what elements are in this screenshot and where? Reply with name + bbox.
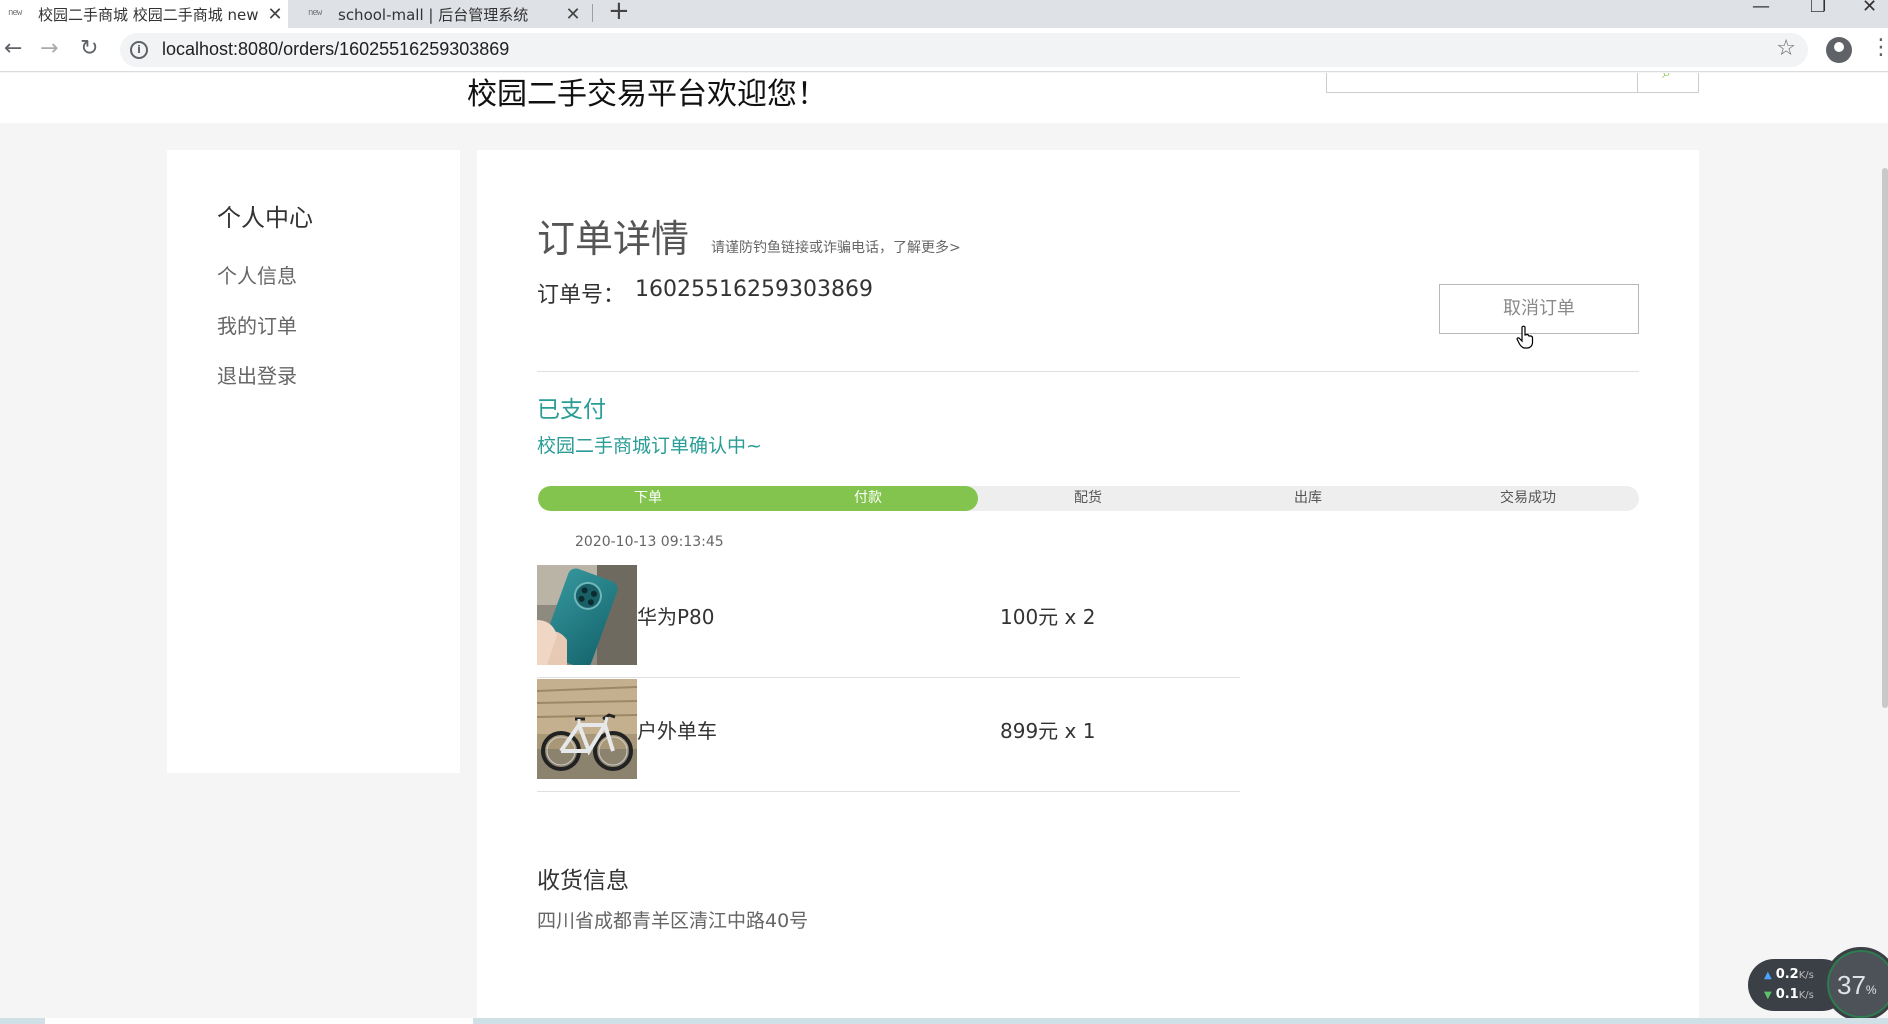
order-progress-bar: 下单 付款 配货 出库 交易成功	[538, 486, 1639, 511]
network-speed-widget[interactable]: ▲ 0.2K/s ▼ 0.1K/s 37%	[1748, 947, 1888, 1021]
new-tab-plus-icon[interactable]: +	[608, 0, 630, 26]
shipping-info-title: 收货信息	[537, 868, 629, 894]
hand-pointer-cursor-icon	[1516, 325, 1534, 353]
browser-toolbar: ← → ↻ i localhost:8080/orders/1602551625…	[0, 28, 1888, 72]
kebab-menu-icon[interactable]: ⋮	[1870, 35, 1888, 60]
browser-tab-bar: new 校园二手商城 校园二手商城 new ✕ new school-mall …	[0, 0, 1888, 28]
tab-shop[interactable]: new 校园二手商城 校园二手商城 new ✕	[0, 0, 288, 28]
shipping-address: 四川省成都青羊区清江中路40号	[537, 910, 809, 932]
window-close-icon[interactable]: ✕	[1862, 0, 1877, 17]
order-item-row: 华为P80 100元 x 2	[537, 565, 1240, 678]
product-name[interactable]: 华为P80	[637, 601, 715, 630]
url-text[interactable]: localhost:8080/orders/16025516259303869	[162, 39, 509, 60]
close-icon[interactable]: ✕	[262, 4, 288, 25]
memory-usage-gauge[interactable]: 37%	[1824, 947, 1888, 1021]
profile-avatar-icon[interactable]	[1826, 37, 1852, 63]
order-item-row: 户外单车 899元 x 1	[537, 679, 1240, 792]
download-speed: ▼ 0.1K/s	[1764, 987, 1814, 1002]
search-icon: ⌕	[1662, 73, 1671, 83]
sidebar: 个人中心 个人信息 我的订单 退出登录	[167, 150, 460, 773]
sidebar-item-orders[interactable]: 我的订单	[217, 310, 297, 339]
step-paid: 付款	[854, 490, 882, 506]
bookmark-star-icon[interactable]: ☆	[1776, 36, 1796, 61]
tab-admin[interactable]: new school-mall | 后台管理系统 ✕	[296, 0, 586, 28]
site-header: 校园二手交易平台欢迎您！ ⌕	[0, 73, 1888, 123]
product-image-phone[interactable]	[537, 565, 637, 665]
sidebar-item-profile[interactable]: 个人信息	[217, 260, 297, 289]
memory-percent: 37%	[1837, 970, 1877, 1000]
info-icon[interactable]: i	[130, 41, 148, 59]
order-detail-panel: 订单详情 请谨防钓鱼链接或诈骗电话，了解更多> 订单号： 16025516259…	[477, 150, 1699, 1024]
new-favicon-icon: new	[308, 8, 322, 18]
product-price-qty: 899元 x 1	[1000, 719, 1096, 743]
tab-separator	[592, 4, 593, 22]
tab-title: 校园二手商城 校园二手商城 new	[38, 5, 259, 24]
upload-speed: ▲ 0.2K/s	[1764, 967, 1814, 982]
product-name[interactable]: 户外单车	[637, 715, 717, 744]
page-title: 订单详情	[537, 217, 690, 261]
product-image-bicycle[interactable]	[537, 679, 637, 779]
forward-arrow-icon[interactable]: →	[40, 36, 58, 61]
minimize-icon[interactable]: —	[1752, 0, 1770, 17]
product-price-qty: 100元 x 2	[1000, 605, 1096, 629]
anti-fraud-tip-link[interactable]: 请谨防钓鱼链接或诈骗电话，了解更多>	[711, 237, 961, 257]
step-complete: 交易成功	[1500, 490, 1556, 506]
order-number: 16025516259303869	[635, 277, 873, 302]
tab-title: school-mall | 后台管理系统	[338, 5, 529, 24]
step-packing: 配货	[1074, 490, 1102, 506]
search-input[interactable]	[1326, 73, 1638, 93]
page-viewport: 校园二手交易平台欢迎您！ ⌕ 个人中心 个人信息 我的订单 退出登录 订单详情 …	[0, 73, 1888, 1024]
cancel-order-button[interactable]: 取消订单	[1439, 284, 1639, 334]
reload-icon[interactable]: ↻	[80, 36, 98, 61]
upload-arrow-icon: ▲	[1764, 970, 1772, 981]
divider	[537, 371, 1639, 372]
step-ordered: 下单	[634, 490, 662, 506]
search-button[interactable]: ⌕	[1637, 73, 1699, 93]
download-arrow-icon: ▼	[1764, 990, 1772, 1001]
welcome-title: 校园二手交易平台欢迎您！	[467, 77, 827, 112]
order-timestamp: 2020-10-13 09:13:45	[575, 534, 724, 550]
restore-icon[interactable]: ❐	[1810, 0, 1826, 17]
order-status: 已支付	[537, 397, 606, 423]
new-favicon-icon: new	[8, 8, 22, 18]
step-shipped: 出库	[1294, 490, 1322, 506]
page-scrollbar[interactable]	[1882, 168, 1888, 708]
order-number-label: 订单号：	[537, 283, 626, 308]
order-status-message: 校园二手商城订单确认中~	[537, 435, 762, 457]
address-bar[interactable]: i localhost:8080/orders/1602551625930386…	[120, 33, 1808, 67]
back-arrow-icon[interactable]: ←	[4, 36, 22, 61]
sidebar-title: 个人中心	[217, 204, 313, 232]
sidebar-item-logout[interactable]: 退出登录	[217, 360, 297, 389]
close-icon[interactable]: ✕	[560, 4, 586, 25]
bottom-strip	[0, 1018, 1888, 1024]
